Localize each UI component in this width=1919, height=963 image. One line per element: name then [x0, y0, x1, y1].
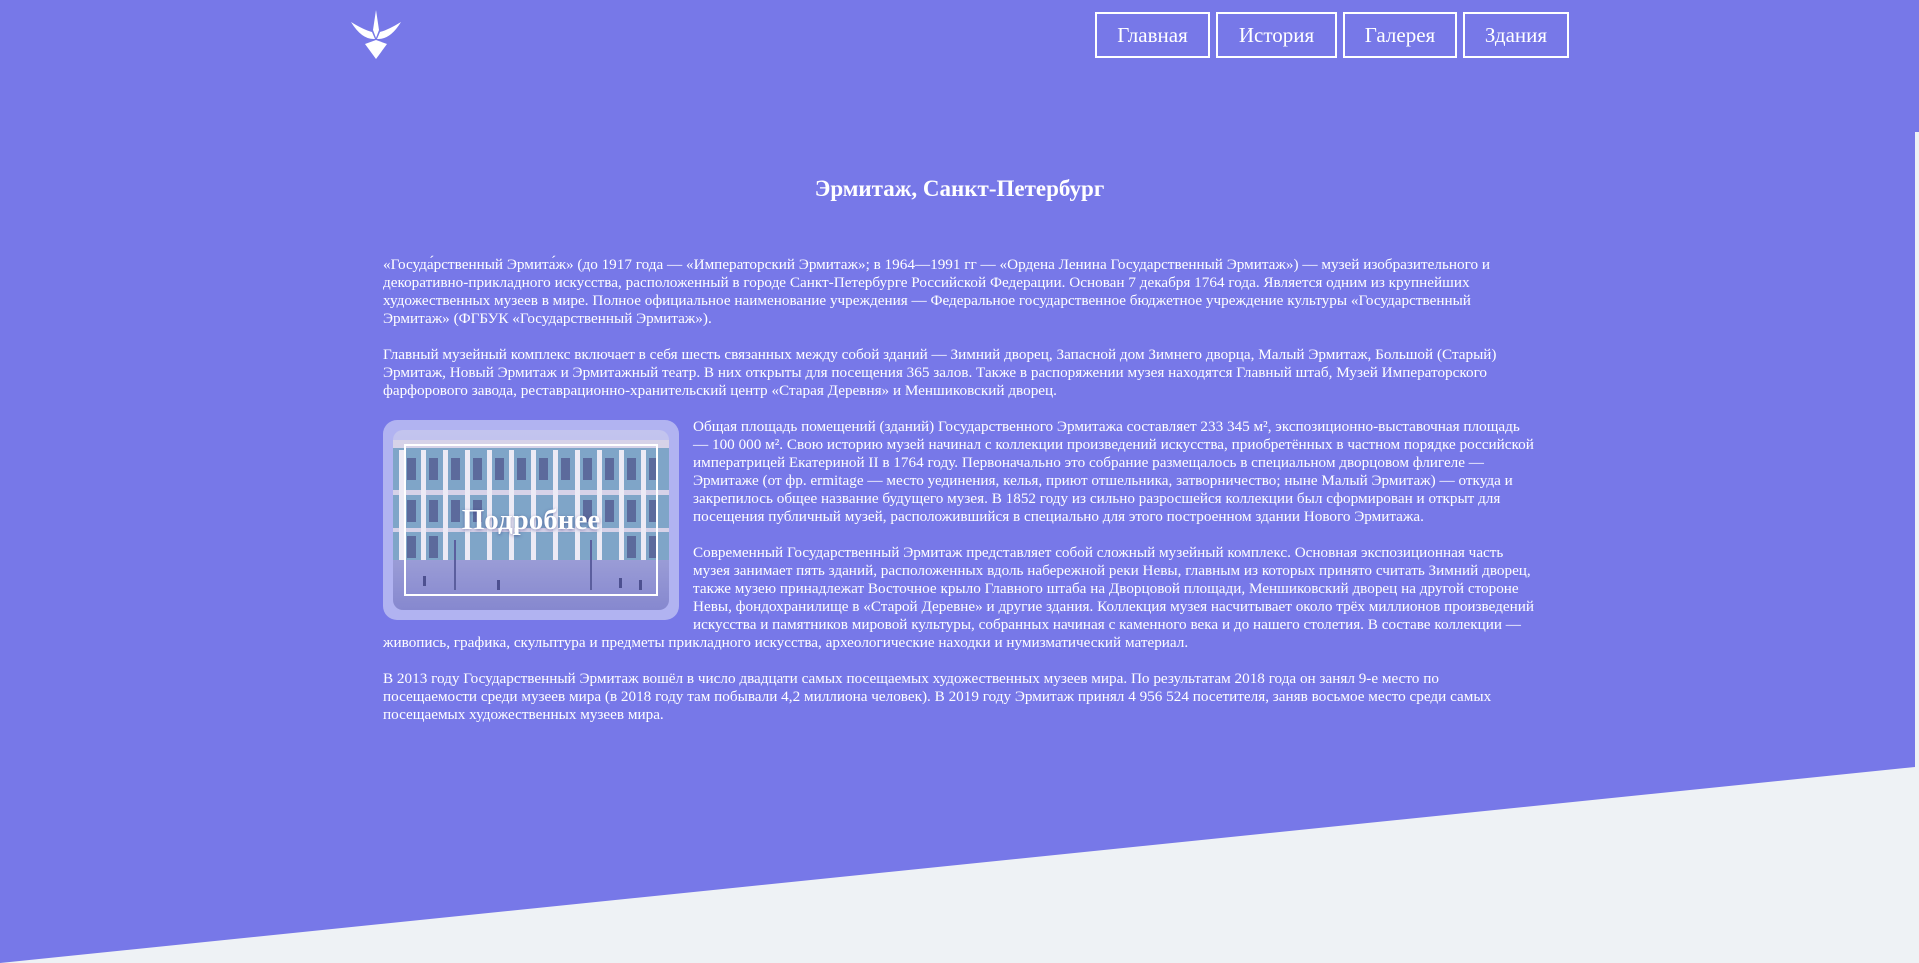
page-title: Эрмитаж, Санкт-Петербург [814, 176, 1105, 201]
main-nav: Главная История Галерея Здания [1095, 12, 1569, 58]
nav-gallery-button[interactable]: Галерея [1343, 12, 1457, 58]
article: «Госуда́рственный Эрмита́ж» (до 1917 год… [383, 256, 1535, 742]
nav-history-button[interactable]: История [1216, 12, 1337, 58]
paragraph-intro: «Госуда́рственный Эрмита́ж» (до 1917 год… [383, 256, 1490, 327]
winter-palace-image: Подробнее [393, 430, 669, 610]
paragraph-complex: Главный музейный комплекс включает в себ… [383, 346, 1497, 399]
more-label[interactable]: Подробнее [393, 430, 669, 610]
nav-buildings-button[interactable]: Здания [1463, 12, 1569, 58]
nav-home-button[interactable]: Главная [1095, 12, 1210, 58]
bird-logo-icon[interactable] [348, 8, 404, 60]
more-card[interactable]: Подробнее [383, 420, 679, 620]
header: Главная История Галерея Здания [0, 0, 1919, 70]
paragraph-visitors: В 2013 году Государственный Эрмитаж вошё… [383, 670, 1492, 723]
